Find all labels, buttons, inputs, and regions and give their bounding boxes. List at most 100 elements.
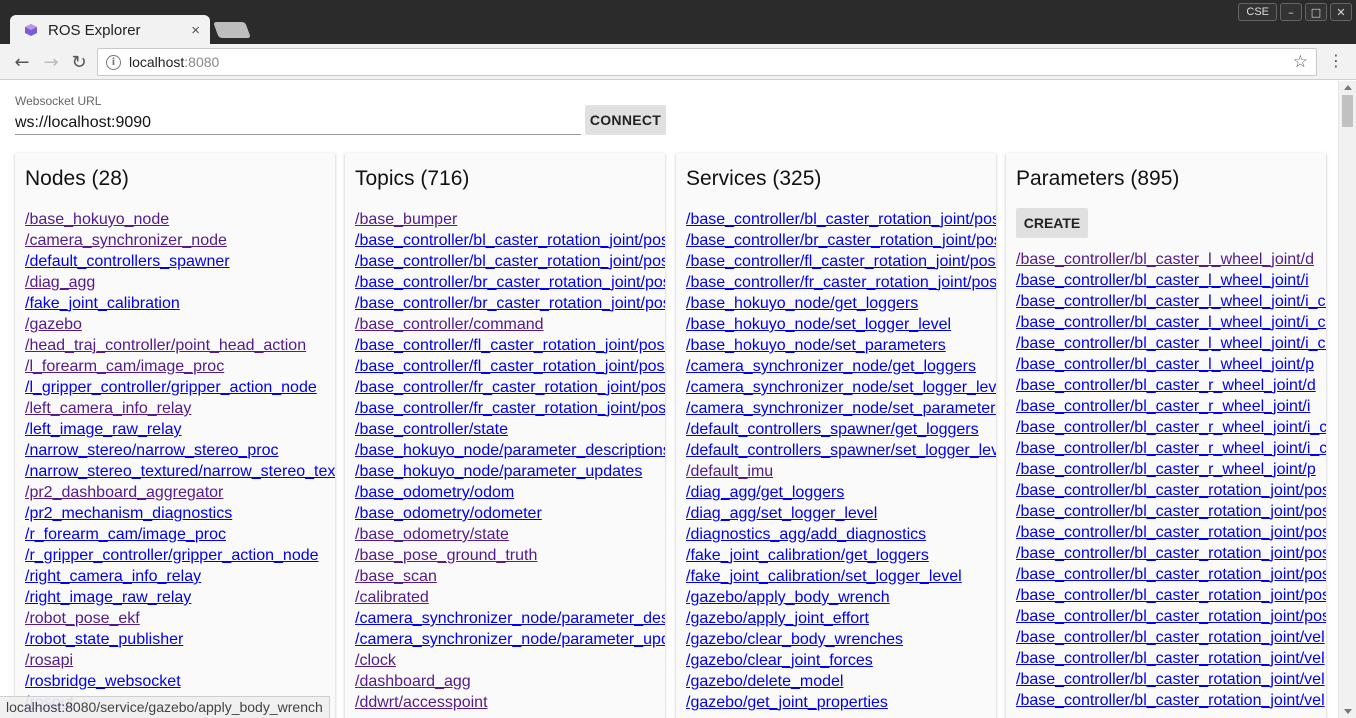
parameter-link[interactable]: /base_controller/bl_caster_r_wheel_joint… [1016, 377, 1316, 394]
node-link[interactable]: /camera_synchronizer_node [25, 232, 227, 249]
topic-link[interactable]: /base_scan [355, 568, 437, 585]
topic-link[interactable]: /base_controller/br_caster_rotation_join… [355, 295, 665, 312]
node-link[interactable]: /gazebo [25, 316, 82, 333]
parameter-link[interactable]: /base_controller/bl_caster_r_wheel_joint… [1016, 461, 1316, 478]
node-link[interactable]: /narrow_stereo_textured/narrow_stereo_te… [25, 463, 335, 480]
scroll-up-icon[interactable] [1344, 85, 1352, 90]
maximize-icon[interactable]: □ [1305, 3, 1327, 21]
cse-button[interactable]: CSE [1238, 3, 1277, 21]
service-link[interactable]: /base_controller/br_caster_rotation_join… [686, 232, 996, 249]
topic-link[interactable]: /clock [355, 652, 396, 669]
service-link[interactable]: /diag_agg/get_loggers [686, 484, 844, 501]
page-scrollbar[interactable] [1338, 81, 1356, 718]
service-link[interactable]: /gazebo/clear_body_wrenches [686, 631, 903, 648]
topic-link[interactable]: /base_pose_ground_truth [355, 547, 537, 564]
reload-icon[interactable]: ↻ [68, 51, 90, 73]
topic-link[interactable]: /camera_synchronizer_node/parameter_desc… [355, 610, 665, 627]
topic-link[interactable]: /base_controller/command [355, 316, 544, 333]
parameter-link[interactable]: /base_controller/bl_caster_rotation_join… [1016, 566, 1326, 583]
topic-link[interactable]: /base_odometry/odometer [355, 505, 542, 522]
parameter-link[interactable]: /base_controller/bl_caster_l_wheel_joint… [1016, 272, 1309, 289]
close-icon[interactable]: ✕ [1330, 3, 1352, 21]
service-link[interactable]: /gazebo/apply_joint_effort [686, 610, 869, 627]
parameter-link[interactable]: /base_controller/bl_caster_rotation_join… [1016, 629, 1325, 646]
service-link[interactable]: /base_hokuyo_node/set_logger_level [686, 316, 951, 333]
topic-link[interactable]: /base_hokuyo_node/parameter_updates [355, 463, 642, 480]
topic-link[interactable]: /ddwrt/accesspoint [355, 694, 488, 711]
service-link[interactable]: /gazebo/apply_body_wrench [686, 589, 890, 606]
node-link[interactable]: /l_forearm_cam/image_proc [25, 358, 224, 375]
parameter-link[interactable]: /base_controller/bl_caster_rotation_join… [1016, 692, 1325, 709]
service-link[interactable]: /camera_synchronizer_node/get_loggers [686, 358, 976, 375]
service-link[interactable]: /base_hokuyo_node/set_parameters [686, 337, 946, 354]
websocket-url-input[interactable] [15, 111, 581, 135]
node-link[interactable]: /base_hokuyo_node [25, 211, 169, 228]
parameter-link[interactable]: /base_controller/bl_caster_rotation_join… [1016, 545, 1326, 562]
node-link[interactable]: /pr2_mechanism_diagnostics [25, 505, 232, 522]
node-link[interactable]: /rosbridge_websocket [25, 673, 181, 690]
browser-menu-icon[interactable]: ⋮ [1328, 53, 1344, 69]
tab-close-icon[interactable]: × [191, 22, 200, 39]
topic-link[interactable]: /base_controller/bl_caster_rotation_join… [355, 253, 665, 270]
node-link[interactable]: /head_traj_controller/point_head_action [25, 337, 306, 354]
topic-link[interactable]: /base_controller/fl_caster_rotation_join… [355, 337, 665, 354]
node-link[interactable]: /robot_pose_ekf [25, 610, 140, 627]
topic-link[interactable]: /base_odometry/odom [355, 484, 514, 501]
node-link[interactable]: /narrow_stereo/narrow_stereo_proc [25, 442, 278, 459]
bookmark-star-icon[interactable]: ☆ [1293, 52, 1308, 72]
forward-icon[interactable]: → [40, 51, 62, 73]
topic-link[interactable]: /base_controller/fl_caster_rotation_join… [355, 358, 665, 375]
service-link[interactable]: /default_imu [686, 463, 773, 480]
parameter-link[interactable]: /base_controller/bl_caster_l_wheel_joint… [1016, 335, 1326, 352]
topic-link[interactable]: /base_controller/fr_caster_rotation_join… [355, 400, 665, 417]
service-link[interactable]: /fake_joint_calibration/set_logger_level [686, 568, 962, 585]
parameter-link[interactable]: /base_controller/bl_caster_r_wheel_joint… [1016, 440, 1326, 457]
topic-link[interactable]: /base_odometry/state [355, 526, 509, 543]
service-link[interactable]: /default_controllers_spawner/set_logger_… [686, 442, 996, 459]
parameter-link[interactable]: /base_controller/bl_caster_rotation_join… [1016, 650, 1325, 667]
parameter-link[interactable]: /base_controller/bl_caster_rotation_join… [1016, 482, 1326, 499]
node-link[interactable]: /l_gripper_controller/gripper_action_nod… [25, 379, 317, 396]
topic-link[interactable]: /base_controller/state [355, 421, 508, 438]
parameter-link[interactable]: /base_controller/bl_caster_l_wheel_joint… [1016, 251, 1314, 268]
parameter-link[interactable]: /base_controller/bl_caster_rotation_join… [1016, 587, 1326, 604]
scroll-down-icon[interactable] [1344, 709, 1352, 714]
node-link[interactable]: /r_gripper_controller/gripper_action_nod… [25, 547, 319, 564]
create-parameter-button[interactable]: CREATE [1016, 208, 1088, 238]
topic-link[interactable]: /base_controller/br_caster_rotation_join… [355, 274, 665, 291]
service-link[interactable]: /base_controller/bl_caster_rotation_join… [686, 211, 996, 228]
service-link[interactable]: /base_controller/fr_caster_rotation_join… [686, 274, 996, 291]
service-link[interactable]: /base_hokuyo_node/get_loggers [686, 295, 918, 312]
node-link[interactable]: /diag_agg [25, 274, 95, 291]
service-link[interactable]: /gazebo/delete_model [686, 673, 843, 690]
connect-button[interactable]: CONNECT [585, 105, 666, 135]
node-link[interactable]: /rosapi [25, 652, 73, 669]
service-link[interactable]: /diagnostics_agg/add_diagnostics [686, 526, 926, 543]
back-icon[interactable]: ← [11, 51, 33, 73]
service-link[interactable]: /default_controllers_spawner/get_loggers [686, 421, 979, 438]
parameter-link[interactable]: /base_controller/bl_caster_rotation_join… [1016, 671, 1325, 688]
topic-link[interactable]: /dashboard_agg [355, 673, 471, 690]
tab-ros-explorer[interactable]: ROS Explorer × [10, 15, 210, 45]
node-link[interactable]: /left_camera_info_relay [25, 400, 191, 417]
new-tab-button[interactable] [213, 22, 251, 38]
scroll-thumb[interactable] [1342, 95, 1353, 127]
service-link[interactable]: /camera_synchronizer_node/set_parameters [686, 400, 996, 417]
parameter-link[interactable]: /base_controller/bl_caster_l_wheel_joint… [1016, 314, 1326, 331]
service-link[interactable]: /gazebo/get_joint_properties [686, 694, 888, 711]
parameter-link[interactable]: /base_controller/bl_caster_l_wheel_joint… [1016, 356, 1314, 373]
info-icon[interactable]: i [106, 54, 121, 70]
address-bar[interactable]: i localhost :8080 ☆ [97, 48, 1317, 76]
parameter-link[interactable]: /base_controller/bl_caster_r_wheel_joint… [1016, 419, 1326, 436]
node-link[interactable]: /default_controllers_spawner [25, 253, 230, 270]
service-link[interactable]: /gazebo/clear_joint_forces [686, 652, 873, 669]
topic-link[interactable]: /calibrated [355, 589, 429, 606]
node-link[interactable]: /left_image_raw_relay [25, 421, 182, 438]
node-link[interactable]: /pr2_dashboard_aggregator [25, 484, 223, 501]
node-link[interactable]: /r_forearm_cam/image_proc [25, 526, 226, 543]
parameter-link[interactable]: /base_controller/bl_caster_r_wheel_joint… [1016, 398, 1310, 415]
parameter-link[interactable]: /base_controller/bl_caster_rotation_join… [1016, 524, 1326, 541]
parameter-link[interactable]: /base_controller/bl_caster_l_wheel_joint… [1016, 293, 1326, 310]
node-link[interactable]: /fake_joint_calibration [25, 295, 180, 312]
node-link[interactable]: /right_image_raw_relay [25, 589, 191, 606]
